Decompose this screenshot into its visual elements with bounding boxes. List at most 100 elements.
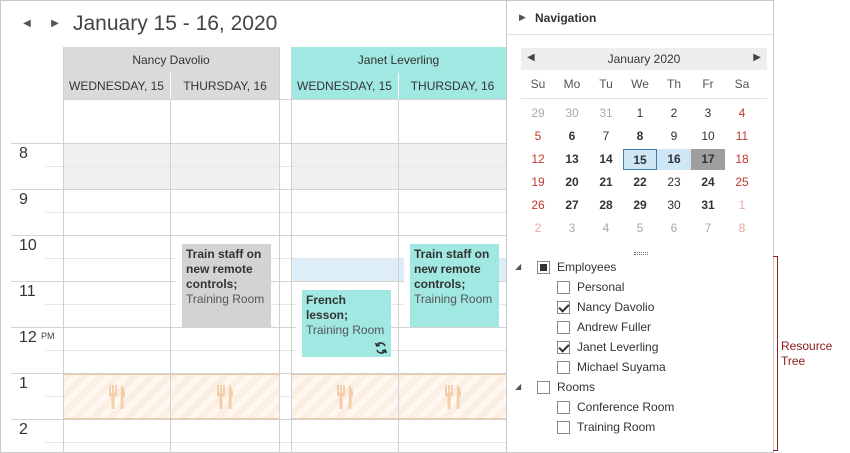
calendar-day[interactable]: 19 bbox=[521, 172, 555, 193]
navigation-header[interactable]: ▶ Navigation bbox=[507, 1, 773, 35]
tree-checkbox[interactable] bbox=[557, 361, 570, 374]
calendar-day[interactable]: 25 bbox=[725, 172, 759, 193]
hour-line bbox=[11, 327, 506, 328]
calendar-day[interactable]: 22 bbox=[623, 172, 657, 193]
tree-node-employees[interactable]: ◢ Employees bbox=[513, 257, 773, 277]
weekday-label: Mo bbox=[563, 77, 581, 91]
calendar-day[interactable]: 30 bbox=[657, 195, 691, 216]
tree-checkbox[interactable] bbox=[557, 341, 570, 354]
calendar-day[interactable]: 2 bbox=[521, 218, 555, 239]
calendar-day-today[interactable]: 15 bbox=[623, 149, 657, 170]
tree-node[interactable]: Andrew Fuller bbox=[513, 317, 773, 337]
annotation-line: Resource bbox=[781, 339, 833, 353]
calendar-day[interactable]: 23 bbox=[657, 172, 691, 193]
tree-checkbox[interactable] bbox=[537, 381, 550, 394]
calendar-day[interactable]: 1 bbox=[623, 103, 657, 124]
appointment-title: French lesson; bbox=[306, 293, 349, 322]
calendar-day[interactable]: 27 bbox=[555, 195, 589, 216]
calendar-day[interactable]: 10 bbox=[691, 126, 725, 147]
calendar-day[interactable]: 1 bbox=[725, 195, 759, 216]
expand-triangle-icon[interactable]: ◢ bbox=[515, 257, 521, 277]
appointment[interactable]: Train staff on new remote controls; Trai… bbox=[176, 244, 271, 327]
calendar-day[interactable]: 6 bbox=[657, 218, 691, 239]
tree-checkbox[interactable] bbox=[557, 421, 570, 434]
weekday-label: Sa bbox=[734, 77, 750, 91]
calendar-day[interactable]: 14 bbox=[589, 149, 623, 170]
calendar-day[interactable]: 29 bbox=[521, 103, 555, 124]
day-header-nancy-thu[interactable]: THURSDAY, 16 bbox=[171, 73, 279, 99]
day-header-nancy-wed[interactable]: WEDNESDAY, 15 bbox=[63, 73, 170, 99]
hour-line bbox=[11, 189, 506, 190]
tree-checkbox[interactable] bbox=[557, 401, 570, 414]
calendar-day[interactable]: 11 bbox=[725, 126, 759, 147]
splitter-grip[interactable] bbox=[634, 252, 648, 255]
tree-checkbox[interactable] bbox=[557, 281, 570, 294]
calendar-day[interactable]: 6 bbox=[555, 126, 589, 147]
fork-knife-icon bbox=[337, 385, 354, 409]
tree-node[interactable]: Janet Leverling bbox=[513, 337, 773, 357]
tree-checkbox[interactable] bbox=[537, 261, 550, 274]
calendar-day[interactable]: 28 bbox=[589, 195, 623, 216]
day-header-janet-thu[interactable]: THURSDAY, 16 bbox=[399, 73, 506, 99]
calendar-day[interactable]: 3 bbox=[555, 218, 589, 239]
tree-node[interactable]: Conference Room bbox=[513, 397, 773, 417]
column-line bbox=[63, 47, 64, 453]
calendar-day[interactable]: 2 bbox=[657, 103, 691, 124]
tree-node[interactable]: Personal bbox=[513, 277, 773, 297]
calendar-day[interactable]: 7 bbox=[589, 126, 623, 147]
appointment[interactable]: Train staff on new remote controls; Trai… bbox=[404, 244, 499, 327]
calendar-day[interactable]: 18 bbox=[725, 149, 759, 170]
half-hour-line bbox=[45, 212, 506, 213]
calendar-day[interactable]: 5 bbox=[521, 126, 555, 147]
column-line bbox=[398, 99, 399, 453]
calendar-day[interactable]: 8 bbox=[623, 126, 657, 147]
expand-triangle-icon[interactable]: ◢ bbox=[515, 377, 521, 397]
next-month-button[interactable]: ▶ bbox=[753, 52, 761, 63]
calendar-day[interactable]: 7 bbox=[691, 218, 725, 239]
tree-node-rooms[interactable]: ◢ Rooms bbox=[513, 377, 773, 397]
calendar-day[interactable]: 4 bbox=[725, 103, 759, 124]
calendar-day[interactable]: 8 bbox=[725, 218, 759, 239]
hour-line bbox=[11, 419, 506, 420]
tree-node[interactable]: Nancy Davolio bbox=[513, 297, 773, 317]
recurrence-icon bbox=[374, 342, 388, 354]
column-line bbox=[291, 47, 292, 453]
tree-node[interactable]: Training Room bbox=[513, 417, 773, 437]
calendar-day[interactable]: 21 bbox=[589, 172, 623, 193]
calendar-day[interactable]: 13 bbox=[555, 149, 589, 170]
calendar-day[interactable]: 5 bbox=[623, 218, 657, 239]
hour-line bbox=[11, 143, 506, 144]
appointment[interactable]: French lesson; Training Room bbox=[296, 290, 391, 357]
calendar-day-selected[interactable]: 16 bbox=[657, 149, 691, 170]
calendar-day[interactable]: 30 bbox=[555, 103, 589, 124]
tree-checkbox[interactable] bbox=[557, 301, 570, 314]
tree-node[interactable]: Michael Suyama bbox=[513, 357, 773, 377]
appointment-title: Train staff on new remote controls; bbox=[414, 247, 490, 291]
weekday-label: We bbox=[631, 77, 649, 91]
column-line bbox=[170, 99, 171, 453]
calendar-day[interactable]: 31 bbox=[589, 103, 623, 124]
calendar-day-highlighted[interactable]: 17 bbox=[691, 149, 725, 170]
half-hour-line bbox=[45, 166, 506, 167]
calendar-day[interactable]: 9 bbox=[657, 126, 691, 147]
hour-label: 10 bbox=[19, 237, 37, 254]
calendar-day[interactable]: 3 bbox=[691, 103, 725, 124]
tree-node-label: Employees bbox=[557, 260, 617, 274]
calendar-day[interactable]: 31 bbox=[691, 195, 725, 216]
prev-period-button[interactable]: ◀ bbox=[21, 17, 33, 31]
caret-right-icon[interactable]: ▶ bbox=[519, 12, 526, 23]
day-header-janet-wed[interactable]: WEDNESDAY, 15 bbox=[291, 73, 398, 99]
hour-label: 1 bbox=[19, 375, 28, 392]
tree-checkbox[interactable] bbox=[557, 321, 570, 334]
tree-node-label: Conference Room bbox=[577, 400, 675, 414]
calendar-day[interactable]: 4 bbox=[589, 218, 623, 239]
calendar-day[interactable]: 29 bbox=[623, 195, 657, 216]
scheduler-app: ◀ ▶ January 15 - 16, 2020 Nancy Davolio … bbox=[0, 0, 850, 453]
next-period-button[interactable]: ▶ bbox=[49, 17, 61, 31]
calendar-day[interactable]: 20 bbox=[555, 172, 589, 193]
hour-label: 9 bbox=[19, 191, 28, 208]
calendar-day[interactable]: 26 bbox=[521, 195, 555, 216]
appointment-location: Training Room bbox=[186, 292, 265, 306]
calendar-day[interactable]: 12 bbox=[521, 149, 555, 170]
calendar-day[interactable]: 24 bbox=[691, 172, 725, 193]
